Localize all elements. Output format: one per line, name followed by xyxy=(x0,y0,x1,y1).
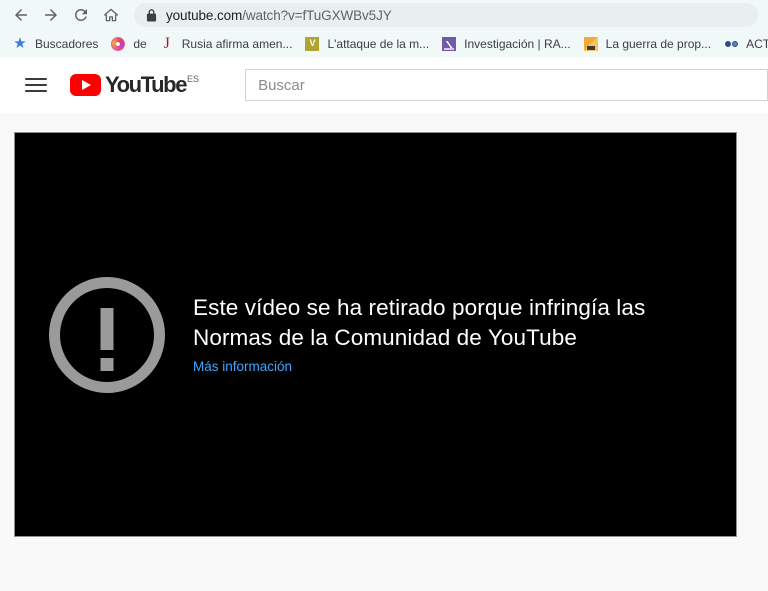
star-icon: ★ xyxy=(13,35,27,52)
bookmark-label: L'attaque de la m... xyxy=(327,36,430,51)
rand-purple-favicon xyxy=(441,36,457,52)
blue-glasses-favicon xyxy=(723,36,739,52)
video-error-text: Este vídeo se ha retirado porque infring… xyxy=(193,293,663,377)
url-text: youtube.com/watch?v=fTuGXWBv5JY xyxy=(166,8,392,23)
bookmark-de[interactable]: de xyxy=(104,33,152,55)
bookmark-label: La guerra de prop... xyxy=(605,36,712,51)
video-error-message: Este vídeo se ha retirado porque infring… xyxy=(193,294,646,350)
browser-toolbar: youtube.com/watch?v=fTuGXWBv5JY xyxy=(0,0,768,30)
reload-icon xyxy=(74,8,87,21)
arrow-right-icon xyxy=(45,9,57,21)
lock-icon xyxy=(146,8,157,22)
hamburger-menu-icon[interactable] xyxy=(16,65,56,105)
bookmark-act[interactable]: ACT xyxy=(717,33,768,55)
bookmarks-bar: ★ Buscadores de J Rusia afirma amen... V… xyxy=(0,30,768,57)
bookmark-lattaque[interactable]: V L'attaque de la m... xyxy=(298,33,435,55)
bookmark-label: ACT xyxy=(746,36,768,51)
url-path: /watch?v=fTuGXWBv5JY xyxy=(242,7,392,23)
bookmark-rusia-afirma[interactable]: J Rusia afirma amen... xyxy=(153,33,299,55)
home-button[interactable] xyxy=(96,1,126,29)
jstor-j-favicon: J xyxy=(163,35,170,52)
youtube-masthead: YouTube ES xyxy=(0,57,768,113)
youtube-country-code: ES xyxy=(187,74,200,84)
bookmark-label: Investigación | RA... xyxy=(464,36,571,51)
browser-chrome: youtube.com/watch?v=fTuGXWBv5JY ★ Buscad… xyxy=(0,0,768,57)
exclamation-circle-icon xyxy=(49,276,165,393)
bookmark-buscadores[interactable]: ★ Buscadores xyxy=(6,33,104,55)
video-error-block: Este vídeo se ha retirado porque infring… xyxy=(49,276,663,393)
youtube-logo[interactable]: YouTube ES xyxy=(70,73,199,97)
youtube-wordmark: YouTube xyxy=(105,72,187,97)
bookmark-label: Rusia afirma amen... xyxy=(181,36,293,51)
olive-v-favicon: V xyxy=(304,36,320,52)
youtube-content-area: Este vídeo se ha retirado porque infring… xyxy=(0,113,768,591)
orange-square-favicon xyxy=(583,36,599,52)
address-bar[interactable]: youtube.com/watch?v=fTuGXWBv5JY xyxy=(134,3,758,27)
video-player[interactable]: Este vídeo se ha retirado porque infring… xyxy=(14,132,737,537)
more-info-link[interactable]: Más información xyxy=(193,357,292,377)
bookmark-label: de xyxy=(133,36,147,51)
url-host: youtube.com xyxy=(166,7,243,23)
reload-button[interactable] xyxy=(66,1,96,29)
youtube-play-icon xyxy=(70,74,101,96)
forward-button[interactable] xyxy=(36,1,66,29)
bookmark-label: Buscadores xyxy=(35,36,99,51)
swirl-favicon xyxy=(110,36,126,52)
back-button[interactable] xyxy=(6,1,36,29)
youtube-search-container xyxy=(245,69,768,101)
bookmark-investigacion-rand[interactable]: Investigación | RA... xyxy=(435,33,577,55)
bookmark-guerra-de-propaganda[interactable]: La guerra de prop... xyxy=(577,33,717,55)
page-viewport: YouTube ES Este vídeo se ha retirado por… xyxy=(0,57,768,591)
arrow-left-icon xyxy=(15,9,27,21)
home-icon xyxy=(103,8,119,22)
search-input[interactable] xyxy=(245,69,768,101)
